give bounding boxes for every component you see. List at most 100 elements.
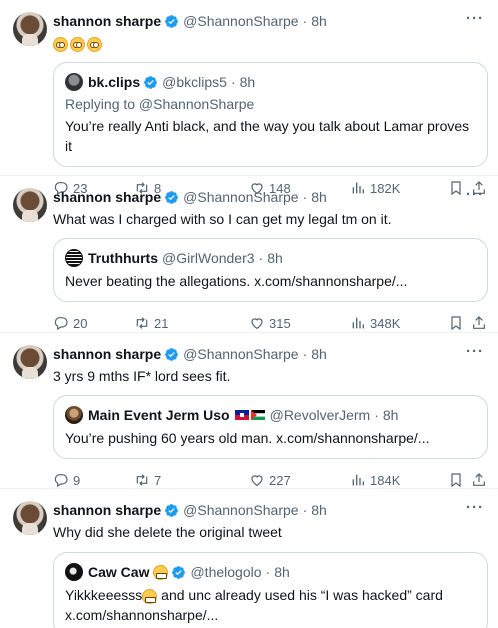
tweet[interactable]: ··· shannon sharpe @ShannonSharpe · 8h 3…: [0, 333, 498, 489]
timestamp[interactable]: 8h: [311, 502, 327, 518]
separator: ·: [265, 564, 271, 580]
like-button[interactable]: 227: [249, 472, 291, 488]
grimace-emoji-icon: [153, 564, 169, 580]
like-button[interactable]: 315: [249, 315, 291, 331]
quoted-avatar: [65, 249, 83, 267]
bookmark-icon: [451, 316, 461, 331]
author-handle[interactable]: @ShannonSharpe: [183, 189, 298, 205]
retweet-icon: [136, 474, 148, 486]
replying-to-label: Replying to @ShannonSharpe: [65, 96, 255, 112]
palestine-flag-icon: [250, 410, 265, 420]
quoted-tweet-text: Never beating the allegations. x.com/sha…: [65, 273, 408, 289]
reply-button[interactable]: 20: [53, 315, 87, 331]
more-options-icon[interactable]: ···: [466, 499, 484, 516]
timestamp[interactable]: 8h: [311, 13, 327, 29]
more-options-icon[interactable]: ···: [466, 186, 484, 203]
verified-badge-icon: [144, 75, 158, 89]
share-button[interactable]: [471, 315, 487, 331]
reply-button[interactable]: 9: [53, 472, 80, 488]
quoted-avatar: [65, 406, 83, 424]
tweet[interactable]: ··· shannon sharpe @ShannonSharpe · 8h W…: [0, 489, 498, 628]
quoted-tweet[interactable]: Main Event Jerm Uso @RevolverJerm · 8h Y…: [53, 395, 488, 459]
quoted-tweet-text: You’re pushing 60 years old man. x.com/s…: [65, 430, 430, 446]
quoted-text-link[interactable]: x.com/shannonsharpe/...: [65, 607, 218, 623]
retweet-button[interactable]: 21: [134, 315, 168, 331]
author-name[interactable]: shannon sharpe: [53, 13, 161, 29]
retweet-count: 7: [154, 472, 162, 488]
author-handle[interactable]: @ShannonSharpe: [183, 502, 298, 518]
separator: ·: [302, 189, 308, 205]
separator: ·: [302, 13, 308, 29]
quoted-avatar: [65, 73, 83, 91]
reply-count: 20: [73, 315, 88, 331]
rolling-eyes-emoji-icon: [70, 36, 85, 52]
analytics-icon: [352, 317, 364, 329]
views-button[interactable]: 348K: [350, 315, 400, 331]
quoted-author-handle: @thelogolo: [190, 564, 262, 580]
like-count: 315: [269, 315, 291, 331]
quoted-text-part: and unc already used his “I was hacked” …: [157, 587, 443, 603]
share-icon: [473, 473, 485, 486]
haiti-flag-icon: [234, 410, 249, 420]
view-count: 348K: [370, 315, 401, 331]
timestamp[interactable]: 8h: [311, 189, 327, 205]
verified-badge-icon: [165, 347, 179, 361]
retweet-count: 21: [154, 315, 169, 331]
reply-icon: [54, 317, 68, 331]
rolling-eyes-emoji-icon: [87, 36, 102, 52]
tweet-header: shannon sharpe @ShannonSharpe · 8h: [53, 10, 486, 32]
quoted-author-handle: @GirlWonder3: [162, 250, 255, 266]
author-handle[interactable]: @ShannonSharpe: [183, 13, 298, 29]
quoted-tweet-header: Main Event Jerm Uso @RevolverJerm · 8h: [65, 405, 476, 425]
bookmark-button[interactable]: [448, 472, 464, 488]
separator: ·: [302, 346, 308, 362]
quoted-timestamp: 8h: [239, 74, 256, 90]
quoted-author-handle: @RevolverJerm: [269, 407, 371, 423]
timeline-feed: ··· shannon sharpe @ShannonSharpe · 8h b…: [0, 0, 498, 628]
quoted-author-handle: @bkclips5: [162, 74, 227, 90]
avatar[interactable]: [13, 345, 47, 379]
separator: ·: [258, 250, 264, 266]
quoted-tweet-text: You’re really Anti black, and the way yo…: [65, 118, 470, 154]
quoted-timestamp: 8h: [274, 564, 290, 580]
tweet-text: 3 yrs 9 mths IF* lord sees fit.: [53, 368, 231, 384]
tweet-text: Why did she delete the original tweet: [53, 524, 282, 540]
quoted-tweet[interactable]: bk.clips @bkclips5 · 8h Replying to @Sha…: [53, 62, 488, 167]
verified-badge-icon: [172, 565, 186, 579]
more-options-icon[interactable]: ···: [466, 10, 484, 27]
reply-count: 9: [73, 472, 81, 488]
reply-icon: [54, 474, 68, 488]
separator: ·: [302, 502, 308, 518]
avatar[interactable]: [13, 188, 47, 222]
retweet-button[interactable]: 7: [134, 472, 161, 488]
quoted-author-name: bk.clips: [88, 74, 141, 90]
author-handle[interactable]: @ShannonSharpe: [183, 346, 298, 362]
avatar[interactable]: [13, 12, 47, 46]
timestamp[interactable]: 8h: [311, 346, 327, 362]
author-name[interactable]: shannon sharpe: [53, 189, 161, 205]
separator: ·: [230, 74, 236, 90]
tweet[interactable]: ··· shannon sharpe @ShannonSharpe · 8h W…: [0, 176, 498, 333]
quoted-timestamp: 8h: [382, 407, 399, 423]
tweet[interactable]: ··· shannon sharpe @ShannonSharpe · 8h b…: [0, 0, 498, 196]
share-button[interactable]: [471, 472, 487, 488]
views-button[interactable]: 184K: [350, 472, 400, 488]
verified-badge-icon: [165, 14, 179, 28]
quoted-tweet-text: Yikkkeeesss and unc already used his “I …: [65, 585, 476, 625]
bookmark-button[interactable]: [448, 315, 464, 331]
more-options-icon[interactable]: ···: [466, 343, 484, 360]
grimace-emoji-icon: [142, 588, 158, 604]
tweet-text: [53, 33, 486, 53]
like-count: 227: [269, 472, 291, 488]
view-count: 184K: [370, 472, 401, 488]
quoted-author-name: Caw Caw: [88, 564, 150, 580]
quoted-tweet[interactable]: Caw Caw @thelogolo · 8h Yikkkeeesss and …: [53, 552, 488, 628]
rolling-eyes-emoji-icon: [53, 36, 68, 52]
author-name[interactable]: shannon sharpe: [53, 502, 161, 518]
quoted-tweet-header: Caw Caw @thelogolo · 8h: [65, 562, 476, 582]
quoted-tweet[interactable]: Truthhurts @GirlWonder3 · 8h Never beati…: [53, 238, 488, 302]
quoted-tweet-header: bk.clips @bkclips5 · 8h: [65, 72, 476, 92]
avatar[interactable]: [13, 501, 47, 535]
author-name[interactable]: shannon sharpe: [53, 346, 161, 362]
quoted-author-name: Main Event Jerm Uso: [88, 407, 230, 423]
